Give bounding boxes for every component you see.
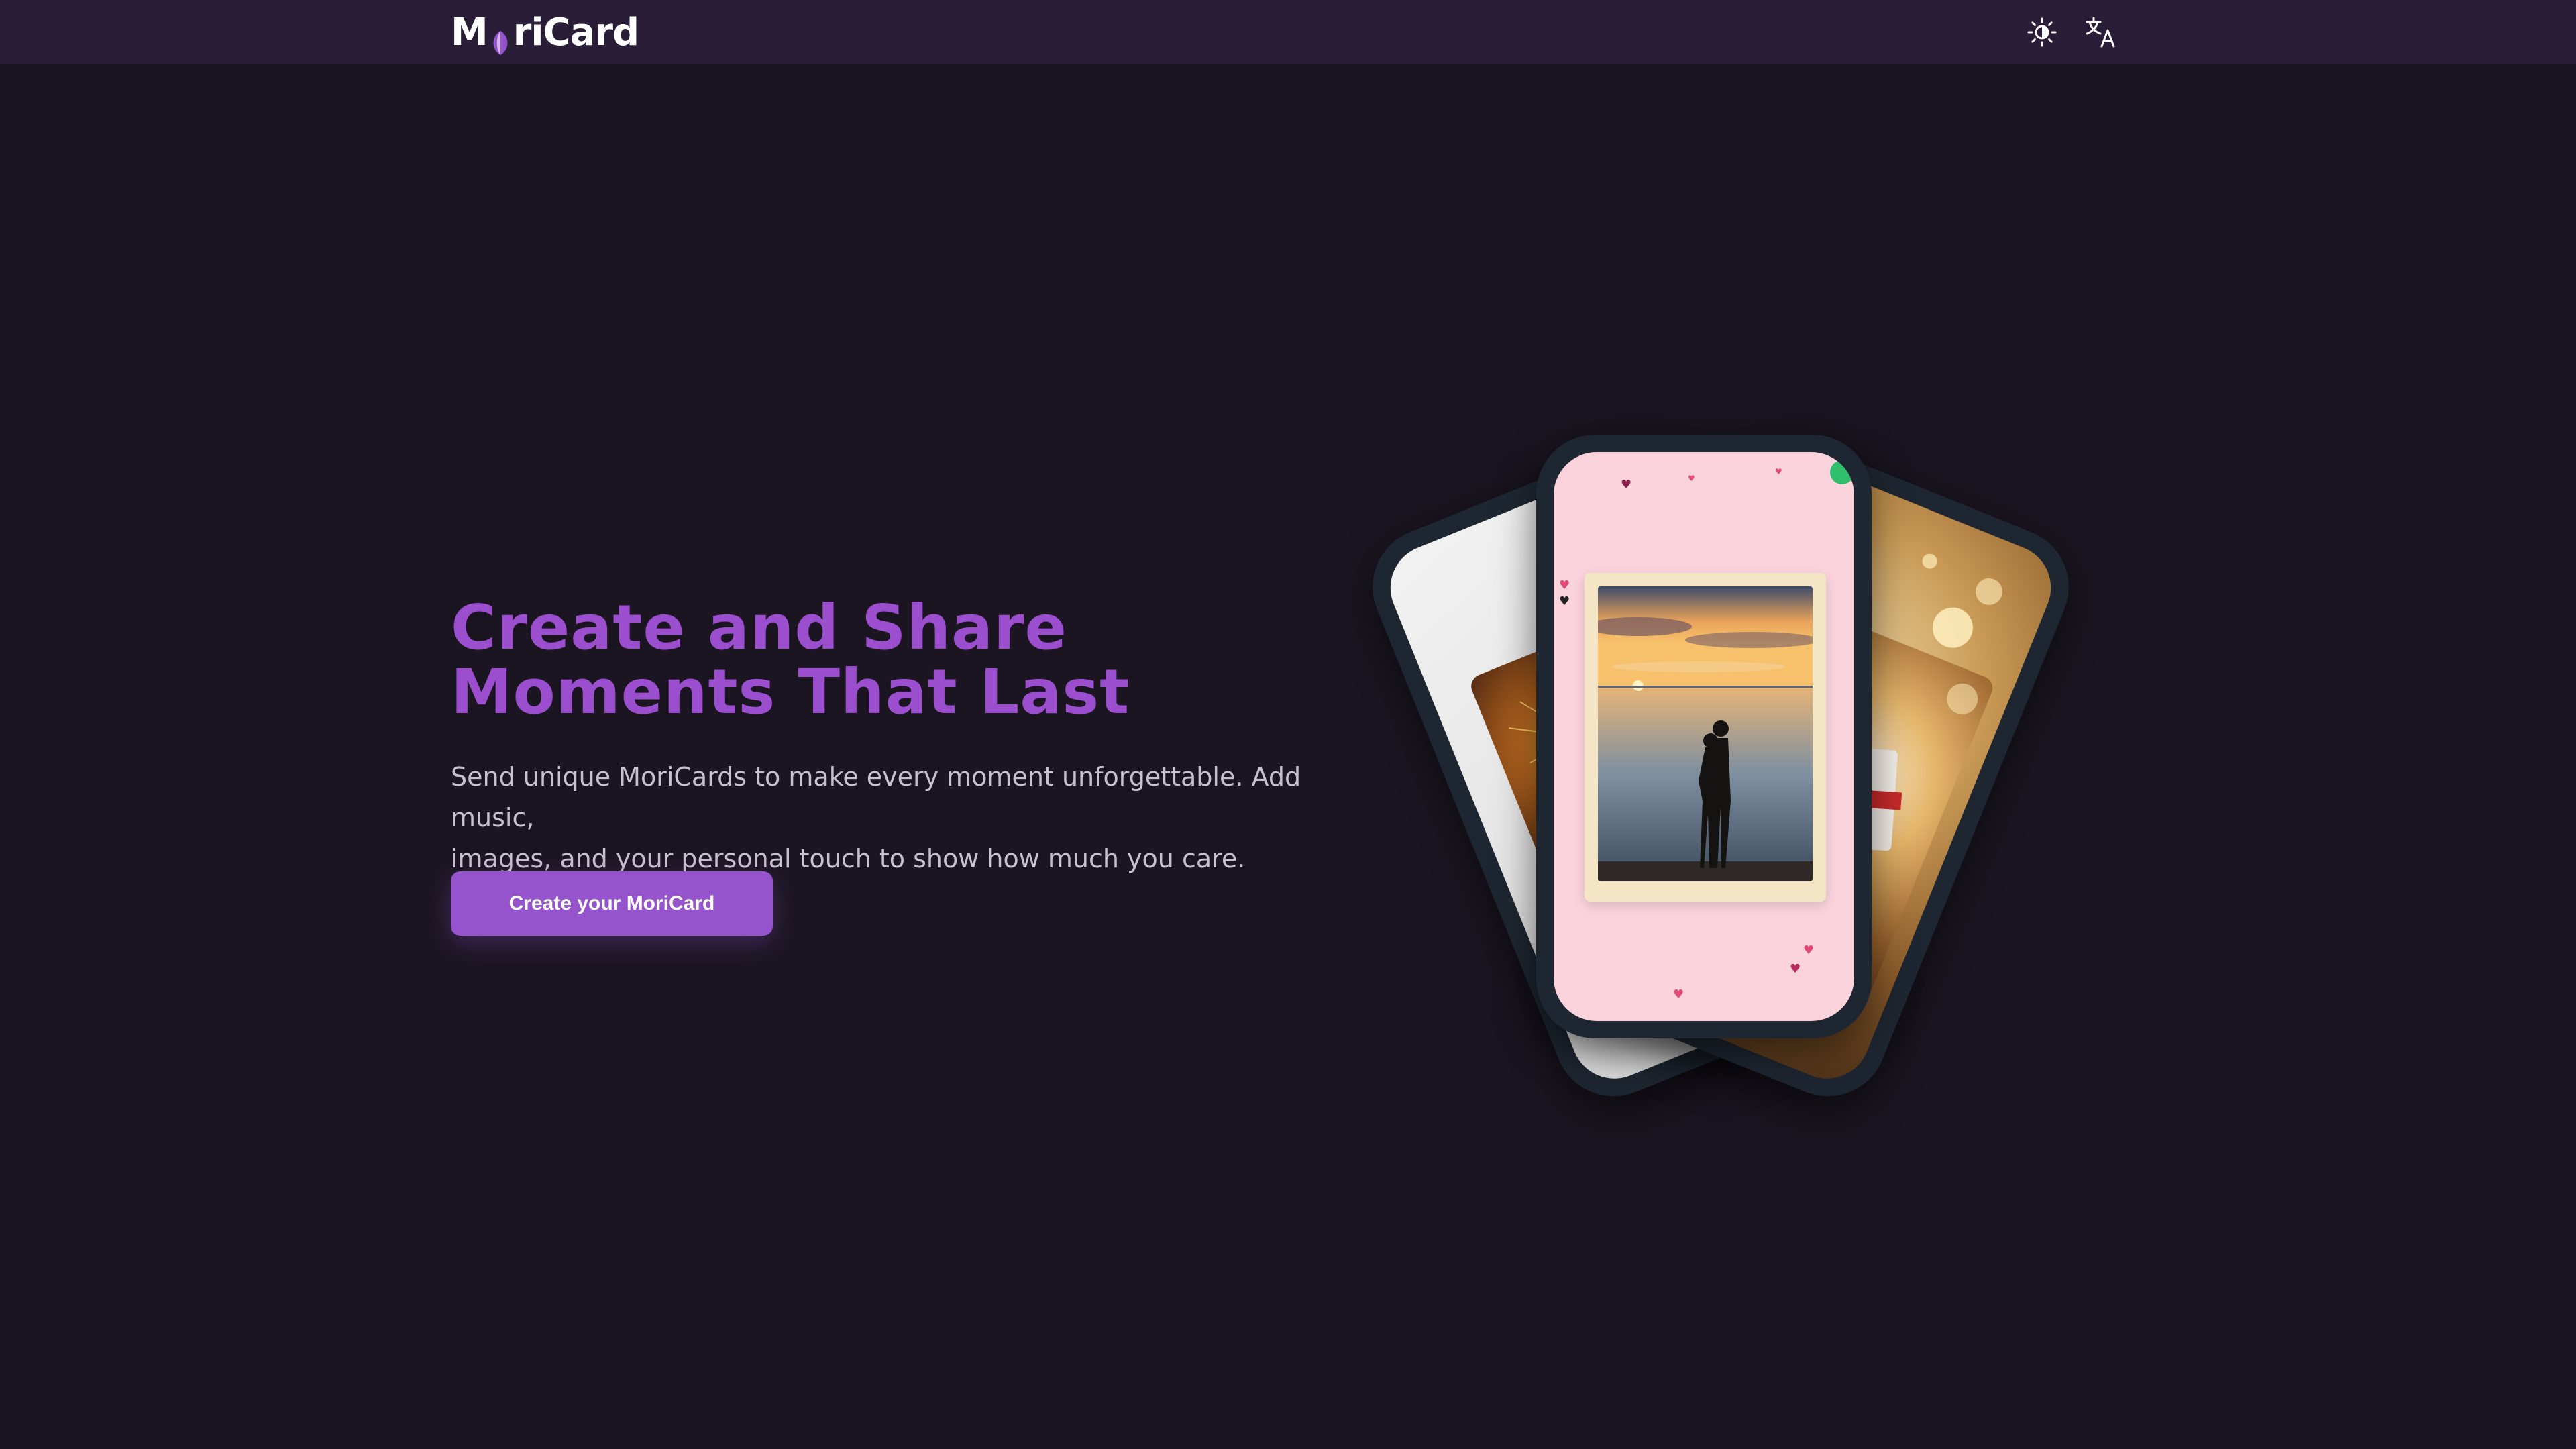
moricard-logo[interactable]: M riCard [451, 9, 639, 55]
hero-subtitle-line-2: images, and your personal touch to show … [451, 844, 1246, 873]
bokeh-light [1926, 601, 1979, 654]
top-navigation-bar: M riCard [0, 0, 2576, 64]
create-moricard-button[interactable]: Create your MoriCard [451, 871, 773, 936]
online-status-indicator [1830, 460, 1854, 484]
hero-title-line-2: Moments That Last [451, 656, 1130, 728]
theme-toggle-button[interactable] [2025, 15, 2059, 50]
phone-mockup-romantic: ♥ ♥ ♥ ♥ ♥ ♥ ♥ ♥ ♥ [1536, 435, 1872, 1038]
hero-subtitle: Send unique MoriCards to make every mome… [451, 757, 1323, 879]
heart-icon: ♥ [1559, 578, 1570, 592]
phone-screen: ♥ ♥ ♥ ♥ ♥ ♥ ♥ ♥ ♥ [1554, 452, 1854, 1021]
heart-icon: ♥ [1775, 467, 1782, 476]
bokeh-light [1971, 574, 2006, 610]
logo-wordmark: riCard [513, 10, 639, 54]
photo-frame [1585, 573, 1826, 902]
heart-icon: ♥ [1621, 478, 1632, 492]
logo-letter-m: M [451, 10, 488, 54]
heart-icon: ♥ [1559, 594, 1570, 608]
sun-moon-icon [2027, 17, 2057, 47]
bokeh-light [1920, 551, 1939, 571]
logo-leaf-icon [488, 22, 513, 55]
hero-title-line-1: Create and Share [451, 592, 1067, 663]
sunset-couple-photo [1598, 586, 1813, 881]
translate-icon [2086, 17, 2115, 48]
heart-icon: ♥ [1688, 474, 1695, 483]
card-showcase: ♥ ♥ ♥ ♥ ♥ ♥ ♥ ♥ ♥ [1335, 416, 2106, 1114]
hero-title: Create and Share Moments That Last [451, 596, 1323, 724]
heart-icon: ♥ [1803, 943, 1815, 957]
heart-icon: ♥ [1673, 987, 1684, 1002]
hero-subtitle-line-1: Send unique MoriCards to make every mome… [451, 762, 1301, 833]
heart-icon: ♥ [1790, 962, 1801, 976]
language-toggle-button[interactable] [2084, 15, 2118, 50]
